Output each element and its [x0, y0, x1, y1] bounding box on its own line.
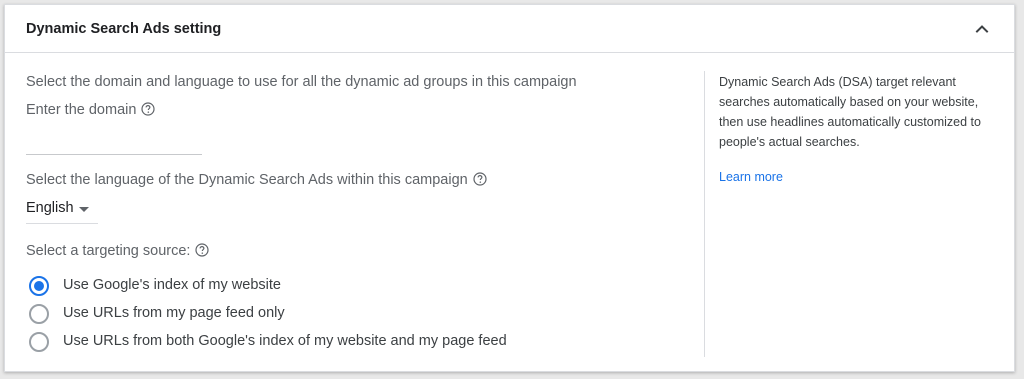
language-label: Select the language of the Dynamic Searc… [26, 172, 468, 188]
card-title: Dynamic Search Ads setting [26, 21, 222, 37]
settings-form: Select the domain and language to use fo… [26, 53, 706, 371]
radio-label: Use URLs from both Google's index of my … [63, 333, 507, 349]
intro-text: Select the domain and language to use fo… [26, 74, 577, 90]
radio-label: Use Google's index of my website [63, 277, 281, 293]
help-icon[interactable] [195, 243, 210, 257]
card-header[interactable]: Dynamic Search Ads setting [5, 5, 1014, 53]
targeting-label-row: Select a targeting source: [26, 243, 210, 259]
radio-button[interactable] [29, 304, 49, 324]
help-icon[interactable] [141, 102, 156, 116]
domain-input[interactable] [26, 123, 202, 155]
dsa-settings-card: Dynamic Search Ads setting Select the do… [4, 4, 1015, 372]
targeting-label: Select a targeting source: [26, 243, 191, 259]
help-panel: Dynamic Search Ads (DSA) target relevant… [719, 53, 1009, 371]
radio-label: Use URLs from my page feed only [63, 305, 285, 321]
learn-more-link[interactable]: Learn more [719, 170, 783, 184]
vertical-divider [704, 71, 705, 357]
dropdown-arrow-icon [79, 207, 89, 212]
help-icon[interactable] [473, 172, 487, 186]
language-label-row: Select the language of the Dynamic Searc… [26, 172, 487, 188]
domain-label: Enter the domain [26, 102, 137, 118]
radio-button[interactable] [29, 276, 49, 296]
language-selected-value: English [26, 200, 74, 216]
domain-label-row: Enter the domain [26, 102, 156, 118]
radio-button[interactable] [29, 332, 49, 352]
chevron-up-icon[interactable] [972, 19, 992, 39]
language-dropdown[interactable]: English [26, 196, 98, 224]
dsa-description: Dynamic Search Ads (DSA) target relevant… [719, 75, 981, 149]
